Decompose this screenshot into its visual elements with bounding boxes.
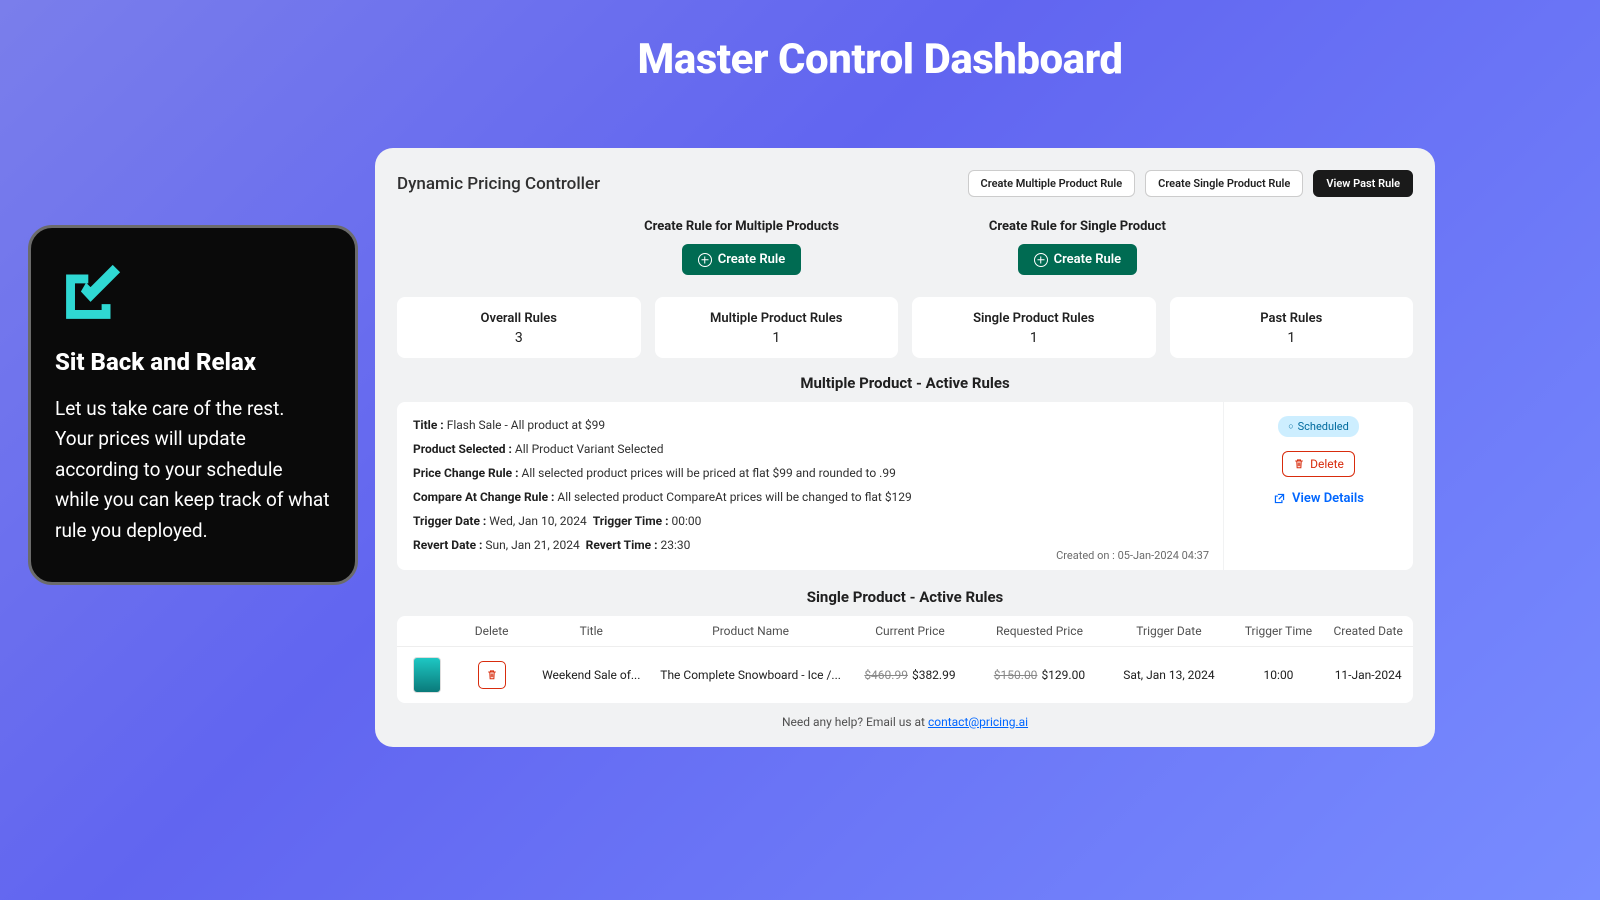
rule-actions: Scheduled Delete View Details	[1223, 402, 1413, 570]
row-product-name: The Complete Snowboard - Ice /...	[656, 668, 845, 682]
trash-icon	[486, 669, 498, 681]
multi-section-title: Multiple Product - Active Rules	[397, 374, 1413, 392]
promo-title: Sit Back and Relax	[55, 348, 331, 376]
row-created-date: 11-Jan-2024	[1323, 668, 1413, 682]
create-single-col: Create Rule for Single Product Create Ru…	[989, 219, 1166, 275]
header-buttons: Create Multiple Product Rule Create Sing…	[968, 170, 1413, 197]
create-rule-text: Create Rule	[1054, 252, 1122, 267]
stat-label: Multiple Product Rules	[655, 311, 899, 326]
create-rule-multi-button[interactable]: Create Rule	[682, 244, 802, 275]
view-past-rule-button[interactable]: View Past Rule	[1313, 170, 1413, 197]
th-delete: Delete	[457, 624, 527, 638]
stat-past: Past Rules 1	[1170, 297, 1414, 358]
create-single-label: Create Rule for Single Product	[989, 219, 1166, 234]
th-trigger-time: Trigger Time	[1234, 624, 1324, 638]
stat-overall: Overall Rules 3	[397, 297, 641, 358]
checkmark-icon	[55, 256, 129, 330]
row-trigger-time: 10:00	[1234, 668, 1324, 682]
stat-label: Overall Rules	[397, 311, 641, 326]
plus-icon	[698, 253, 712, 267]
create-multi-label: Create Rule for Multiple Products	[644, 219, 839, 234]
create-rule-text: Create Rule	[718, 252, 786, 267]
create-rule-single-button[interactable]: Create Rule	[1018, 244, 1138, 275]
create-rule-row: Create Rule for Multiple Products Create…	[397, 219, 1413, 275]
rule-title: Title : Flash Sale - All product at $99	[413, 416, 1207, 434]
th-trigger-date: Trigger Date	[1104, 624, 1233, 638]
rule-details: Title : Flash Sale - All product at $99 …	[397, 402, 1223, 570]
stat-value: 3	[397, 330, 641, 346]
trash-icon	[1293, 458, 1305, 470]
help-text: Need any help? Email us at contact@prici…	[397, 715, 1413, 729]
app-title: Dynamic Pricing Controller	[397, 174, 600, 194]
promo-body: Let us take care of the rest. Your price…	[55, 394, 331, 546]
rule-compare-change: Compare At Change Rule : All selected pr…	[413, 488, 1207, 506]
plus-icon	[1034, 253, 1048, 267]
promo-card: Sit Back and Relax Let us take care of t…	[28, 225, 358, 585]
single-section-title: Single Product - Active Rules	[397, 588, 1413, 606]
rule-trigger: Trigger Date : Wed, Jan 10, 2024 Trigger…	[413, 512, 1207, 530]
rule-product-selected: Product Selected : All Product Variant S…	[413, 440, 1207, 458]
table-row: Weekend Sale of... The Complete Snowboar…	[397, 646, 1413, 703]
create-multiple-rule-button[interactable]: Create Multiple Product Rule	[968, 170, 1136, 197]
row-requested-price: $150.00$129.00	[975, 668, 1104, 682]
stat-value: 1	[1170, 330, 1414, 346]
create-multi-col: Create Rule for Multiple Products Create…	[644, 219, 839, 275]
delete-button[interactable]: Delete	[1282, 451, 1355, 477]
th-title: Title	[526, 624, 655, 638]
th-product-name: Product Name	[656, 624, 845, 638]
rule-created-on: Created on : 05-Jan-2024 04:37	[1056, 549, 1209, 562]
view-details-link[interactable]: View Details	[1273, 491, 1364, 506]
th-created-date: Created Date	[1323, 624, 1413, 638]
rule-price-change: Price Change Rule : All selected product…	[413, 464, 1207, 482]
stat-value: 1	[655, 330, 899, 346]
rule-card: Title : Flash Sale - All product at $99 …	[397, 402, 1413, 570]
stat-label: Past Rules	[1170, 311, 1414, 326]
help-email-link[interactable]: contact@pricing.ai	[928, 715, 1028, 729]
th-current-price: Current Price	[845, 624, 974, 638]
stat-label: Single Product Rules	[912, 311, 1156, 326]
row-delete-button[interactable]	[478, 661, 506, 689]
app-header: Dynamic Pricing Controller Create Multip…	[397, 170, 1413, 197]
th-requested-price: Requested Price	[975, 624, 1104, 638]
row-trigger-date: Sat, Jan 13, 2024	[1104, 668, 1233, 682]
stat-multiple: Multiple Product Rules 1	[655, 297, 899, 358]
product-thumbnail	[413, 657, 441, 693]
single-rules-table: Delete Title Product Name Current Price …	[397, 616, 1413, 703]
external-icon	[1273, 492, 1286, 505]
app-window: Dynamic Pricing Controller Create Multip…	[375, 148, 1435, 747]
status-badge: Scheduled	[1278, 416, 1359, 437]
delete-label: Delete	[1310, 457, 1344, 471]
view-details-label: View Details	[1292, 491, 1364, 506]
create-single-rule-button[interactable]: Create Single Product Rule	[1145, 170, 1303, 197]
stat-single: Single Product Rules 1	[912, 297, 1156, 358]
row-title: Weekend Sale of...	[526, 668, 655, 682]
row-current-price: $460.99$382.99	[845, 668, 974, 682]
stat-value: 1	[912, 330, 1156, 346]
table-header: Delete Title Product Name Current Price …	[397, 616, 1413, 646]
stats-row: Overall Rules 3 Multiple Product Rules 1…	[397, 297, 1413, 358]
hero-title: Master Control Dashboard	[638, 35, 1123, 84]
